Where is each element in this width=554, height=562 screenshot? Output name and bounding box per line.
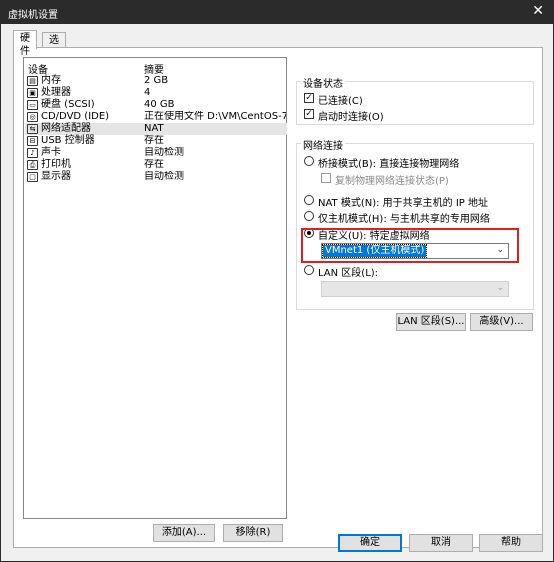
host-only-label[interactable]: 仅主机模式(H): 与主机共享的专用网络: [318, 210, 490, 225]
chevron-down-icon: ⌄: [496, 283, 504, 293]
lan-segment-label[interactable]: LAN 区段(L):: [318, 264, 378, 279]
cd-dvd-icon: ◎: [27, 112, 38, 122]
device-name: 处理器: [41, 87, 71, 98]
usb-controller-icon: ⊟: [27, 136, 38, 146]
title-bar: 虚拟机设置 ✕: [0, 0, 554, 24]
device-name: 声卡: [41, 147, 61, 158]
printer-icon: ⎙: [27, 160, 38, 170]
lan-segment-select: ⌄: [321, 281, 509, 297]
device-row[interactable]: ♪ 声卡 自动检测: [25, 147, 287, 159]
host-only-radio[interactable]: [304, 211, 314, 221]
lan-segments-button[interactable]: LAN 区段(S)...: [396, 313, 466, 331]
monitor-icon: ▢: [27, 172, 38, 182]
connected-label[interactable]: 已连接(C): [318, 92, 363, 107]
tab-hardware[interactable]: 硬件: [13, 30, 37, 57]
lan-segment-value: [323, 283, 327, 295]
annotation-highlight-box: [301, 228, 519, 263]
network-adapter-icon: ⇆: [27, 124, 38, 134]
sound-card-icon: ♪: [27, 148, 38, 158]
nat-label[interactable]: NAT 模式(N): 用于共享主机的 IP 地址: [318, 194, 488, 209]
device-row[interactable]: ⇆ 网络适配器 NAT: [25, 123, 287, 135]
device-row[interactable]: ⎙ 打印机 存在: [25, 159, 287, 171]
device-summary: NAT: [144, 123, 164, 134]
cancel-button[interactable]: 取消: [409, 534, 473, 552]
device-row[interactable]: ▭ 硬盘 (SCSI) 40 GB: [25, 99, 287, 111]
device-status-group: 设备状态 ✓ 已连接(C) ✓ 启动时连接(O): [296, 75, 534, 125]
hard-disk-icon: ▭: [27, 100, 38, 110]
advanced-button[interactable]: 高级(V)...: [470, 313, 533, 331]
replicate-state-label: 复制物理网络连接状态(P): [335, 176, 449, 187]
device-name: 内存: [41, 75, 61, 86]
hardware-panel: 设备 摘要 ▤ 内存 2 GB ▣ 处理器 4 ▭ 硬盘 (SCSI) 40 GB ◎ CD/DVD…: [13, 47, 543, 548]
device-name: USB 控制器: [41, 135, 95, 146]
connected-checkbox[interactable]: ✓: [304, 93, 314, 103]
device-summary: 自动检测: [144, 171, 184, 182]
help-button[interactable]: 帮助: [479, 534, 543, 552]
bridged-label[interactable]: 桥接模式(B): 直接连接物理网络: [318, 155, 459, 170]
network-connection-legend: 网络连接: [301, 137, 345, 152]
window-title: 虚拟机设置: [8, 10, 58, 21]
connect-at-power-on-checkbox[interactable]: ✓: [304, 109, 314, 119]
device-summary: 自动检测: [144, 147, 184, 158]
processor-icon: ▣: [27, 88, 38, 98]
device-row[interactable]: ⊟ USB 控制器 存在: [25, 135, 287, 147]
memory-icon: ▤: [27, 76, 38, 86]
add-device-button[interactable]: 添加(A)...: [153, 524, 215, 542]
device-name: 显示器: [41, 171, 71, 182]
column-header-device[interactable]: 设备: [28, 61, 48, 76]
vm-settings-window: 虚拟机设置 ✕ 硬件 选项 设备 摘要 ▤内存2 GB▣处理器4▭硬盘 (SCS…: [0, 0, 554, 562]
device-list[interactable]: 设备 摘要 ▤ 内存 2 GB ▣ 处理器 4 ▭ 硬盘 (SCSI) 40 GB ◎ CD/DVD…: [23, 57, 287, 519]
connect-at-power-on-label[interactable]: 启动时连接(O): [318, 108, 384, 123]
nat-radio[interactable]: [304, 195, 314, 205]
device-name: 硬盘 (SCSI): [41, 99, 95, 110]
remove-device-button[interactable]: 移除(R): [223, 524, 283, 542]
device-row[interactable]: ▢ 显示器 自动检测: [25, 171, 287, 183]
dialog-client: 硬件 选项 设备 摘要 ▤内存2 GB▣处理器4▭硬盘 (SCSI)40 GB◎…: [1, 24, 553, 561]
device-list-header: 设备 摘要: [28, 61, 288, 76]
device-summary: 存在: [144, 159, 164, 170]
device-row[interactable]: ◎ CD/DVD (IDE) 正在使用文件 D:\VM\CentOS-7...: [25, 111, 287, 123]
bridged-radio[interactable]: [304, 156, 314, 166]
device-summary: 2 GB: [144, 75, 169, 86]
device-summary: 40 GB: [144, 99, 175, 110]
lan-segment-radio[interactable]: [304, 265, 314, 275]
device-name: 网络适配器: [41, 123, 91, 134]
replicate-state-checkbox: [321, 173, 331, 183]
device-summary: 正在使用文件 D:\VM\CentOS-7...: [144, 111, 286, 122]
device-status-legend: 设备状态: [301, 75, 345, 90]
device-name: 打印机: [41, 159, 71, 170]
network-connection-group: 网络连接 桥接模式(B): 直接连接物理网络 复制物理网络连接状态(P) NAT…: [296, 137, 534, 310]
device-summary: 4: [144, 87, 151, 98]
ok-button[interactable]: 确定: [338, 534, 402, 552]
close-icon[interactable]: ✕: [532, 3, 544, 19]
device-summary: 存在: [144, 135, 164, 146]
device-row[interactable]: ▣ 处理器 4: [25, 87, 287, 99]
device-name: CD/DVD (IDE): [41, 111, 110, 122]
tab-options[interactable]: 选项: [42, 32, 66, 59]
column-header-summary[interactable]: 摘要: [144, 61, 164, 76]
device-row[interactable]: ▤ 内存 2 GB: [25, 75, 287, 87]
